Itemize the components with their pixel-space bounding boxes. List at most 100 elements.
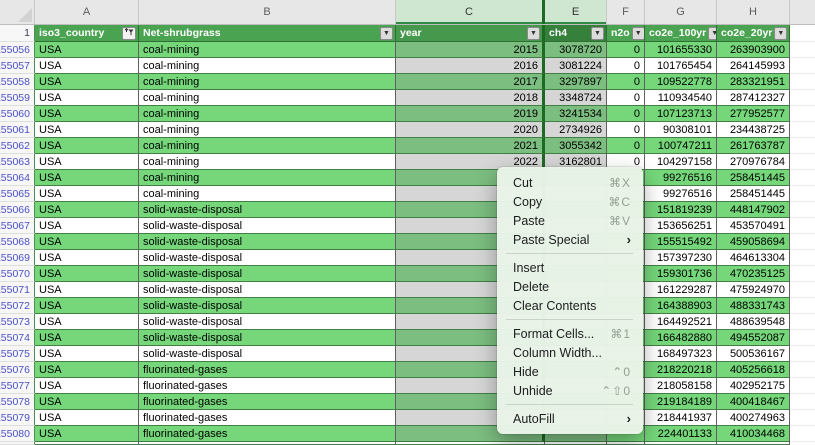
cell-B[interactable]: coal-mining [139,170,396,186]
cell-F[interactable]: 0 [607,138,645,154]
cell-C[interactable]: 2020 [396,122,545,138]
cell-H[interactable]: 500536167 [717,346,790,362]
filter-dropdown-icon[interactable]: ▼ [527,27,540,40]
row-header[interactable]: 155068 [0,234,35,250]
filter-dropdown-icon[interactable]: ▼ [774,27,787,40]
cell-A[interactable]: USA [35,266,139,282]
cell-B[interactable]: fluorinated-gases [139,362,396,378]
cell-C[interactable]: 2021 [396,138,545,154]
cell-G[interactable]: 99276516 [645,186,717,202]
row-header[interactable]: 155061 [0,122,35,138]
cell-B[interactable]: coal-mining [139,138,396,154]
header-cell-Net-shrubgrass[interactable]: Net-shrubgrass▼ [139,25,396,42]
cell-G[interactable]: 224401133 [645,426,717,442]
cell-G[interactable]: 107123713 [645,106,717,122]
cell-H[interactable]: 448147902 [717,202,790,218]
cell-H[interactable]: 258451445 [717,170,790,186]
column-header-A[interactable]: A [35,0,139,24]
menu-item-insert[interactable]: Insert [497,258,643,277]
row-header[interactable]: 155067 [0,218,35,234]
cell-A[interactable]: USA [35,170,139,186]
row-header[interactable]: 155062 [0,138,35,154]
header-cell-co2e_100yr[interactable]: co2e_100yr▼ [645,25,717,42]
menu-item-format-cells[interactable]: Format Cells...⌘1 [497,324,643,343]
cell-B[interactable]: solid-waste-disposal [139,202,396,218]
cell-F[interactable]: 0 [607,42,645,58]
cell-G[interactable]: 104297158 [645,154,717,170]
cell-B[interactable]: coal-mining [139,186,396,202]
row-header[interactable]: 155078 [0,394,35,410]
row-header[interactable]: 155079 [0,410,35,426]
cell-A[interactable]: USA [35,42,139,58]
cell-G[interactable]: 101655330 [645,42,717,58]
cell-H[interactable]: 475924970 [717,282,790,298]
cell-G[interactable]: 109522778 [645,74,717,90]
cell-G[interactable]: 159301736 [645,266,717,282]
column-header-B[interactable]: B [139,0,396,24]
cell-B[interactable]: coal-mining [139,74,396,90]
cell-G[interactable]: 218220218 [645,362,717,378]
cell-G[interactable]: 155515492 [645,234,717,250]
cell-A[interactable]: USA [35,378,139,394]
cell-B[interactable]: coal-mining [139,58,396,74]
cell-B[interactable]: coal-mining [139,122,396,138]
cell-B[interactable]: solid-waste-disposal [139,234,396,250]
row-header[interactable]: 155074 [0,330,35,346]
cell-A[interactable]: USA [35,330,139,346]
cell-H[interactable]: 263903900 [717,42,790,58]
menu-item-hide[interactable]: Hide⌃0 [497,362,643,381]
cell-A[interactable]: USA [35,138,139,154]
cell-B[interactable]: solid-waste-disposal [139,314,396,330]
cell-A[interactable]: USA [35,122,139,138]
cell-G[interactable]: 110934540 [645,90,717,106]
cell-A[interactable]: USA [35,186,139,202]
row-header[interactable]: 155066 [0,202,35,218]
cell-F[interactable]: 0 [607,58,645,74]
menu-item-copy[interactable]: Copy⌘C [497,192,643,211]
cell-B[interactable]: solid-waste-disposal [139,330,396,346]
menu-item-autofill[interactable]: AutoFill› [497,409,643,428]
cell-H[interactable]: 283321951 [717,74,790,90]
cell-H[interactable]: 287412327 [717,90,790,106]
row-header[interactable]: 155073 [0,314,35,330]
header-cell-year[interactable]: year▼ [396,25,545,42]
cell-E[interactable]: 3078720 [545,42,607,58]
cell-A[interactable]: USA [35,426,139,442]
cell-H[interactable]: 494552087 [717,330,790,346]
cell-C[interactable]: 2016 [396,58,545,74]
cell-G[interactable]: 161229287 [645,282,717,298]
cell-F[interactable]: 0 [607,106,645,122]
row-header[interactable]: 1 [0,25,35,42]
cell-G[interactable]: 218441937 [645,410,717,426]
cell-A[interactable]: USA [35,346,139,362]
cell-F[interactable]: 0 [607,74,645,90]
cell-H[interactable]: 470235125 [717,266,790,282]
row-header[interactable]: 155058 [0,74,35,90]
cell-H[interactable]: 402952175 [717,378,790,394]
menu-item-clear-contents[interactable]: Clear Contents [497,296,643,315]
column-header-F[interactable]: F [607,0,645,24]
cell-H[interactable]: 270976784 [717,154,790,170]
cell-A[interactable]: USA [35,154,139,170]
cell-G[interactable]: 90308101 [645,122,717,138]
menu-item-delete[interactable]: Delete [497,277,643,296]
menu-item-cut[interactable]: Cut⌘X [497,173,643,192]
header-cell-iso3_country[interactable]: iso3_country [35,25,139,42]
filter-dropdown-icon[interactable]: ▼ [591,27,604,40]
cell-A[interactable]: USA [35,282,139,298]
cell-H[interactable]: 405256618 [717,362,790,378]
row-header[interactable]: 155063 [0,154,35,170]
cell-H[interactable]: 258451445 [717,186,790,202]
cell-H[interactable]: 400274963 [717,410,790,426]
cell-B[interactable]: solid-waste-disposal [139,346,396,362]
cell-A[interactable]: USA [35,250,139,266]
cell-A[interactable]: USA [35,314,139,330]
cell-B[interactable]: solid-waste-disposal [139,266,396,282]
column-header-E[interactable]: E [545,0,607,24]
cell-A[interactable]: USA [35,58,139,74]
row-header[interactable]: 155060 [0,106,35,122]
row-header[interactable]: 155064 [0,170,35,186]
row-header[interactable]: 155070 [0,266,35,282]
menu-item-unhide[interactable]: Unhide⌃⇧0 [497,381,643,400]
cell-G[interactable]: 153656251 [645,218,717,234]
